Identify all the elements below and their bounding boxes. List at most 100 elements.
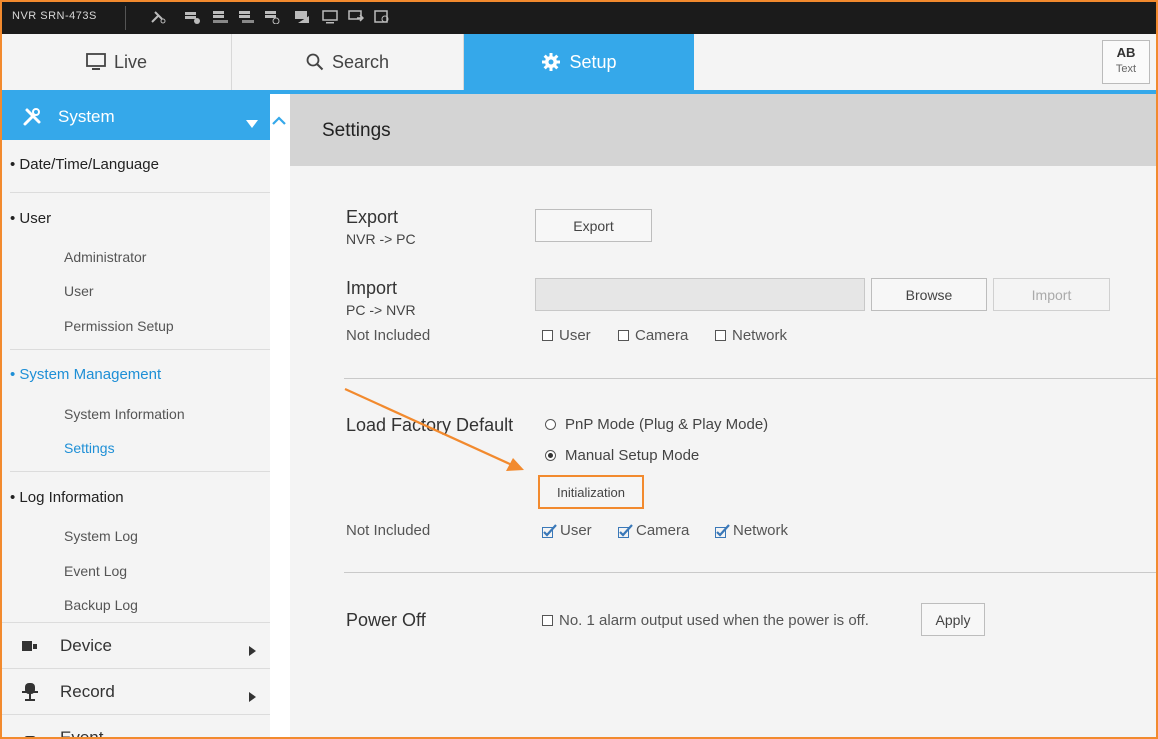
gear-icon (542, 53, 561, 71)
divider (10, 349, 270, 350)
main-tab-bar: Live Search Setup AB Text (2, 34, 1156, 94)
checkmark-icon (542, 523, 558, 538)
hdd-info-icon (184, 10, 200, 24)
tools-icon (22, 107, 42, 127)
divider (2, 668, 270, 669)
manual-setup-mode-radio[interactable]: Manual Setup Mode (545, 447, 699, 464)
sidebar-item-device[interactable]: Device (2, 624, 270, 668)
sidebar-item-system[interactable]: System (2, 94, 270, 140)
chevron-right-icon (249, 733, 256, 737)
hdd-none-icon (238, 10, 254, 24)
status-bar: NVR SRN-473S (2, 2, 1156, 34)
tab-search[interactable]: Search (232, 34, 464, 90)
checkbox-box (542, 615, 553, 626)
alarm-output-power-off-checkbox[interactable]: No. 1 alarm output used when the power i… (542, 612, 869, 629)
sidebar-item-system-information[interactable]: System Information (64, 406, 185, 422)
not-included-label: Not Included (346, 522, 431, 539)
chevron-right-icon (249, 687, 256, 707)
import-exclude-camera-checkbox[interactable]: Camera (618, 327, 688, 344)
tools-icon (150, 10, 166, 24)
sidebar-item-system-management[interactable]: • System Management (10, 366, 161, 383)
category-label: Record (60, 682, 115, 701)
rec-icon (294, 10, 310, 24)
initialization-button[interactable]: Initialization (538, 475, 644, 509)
checkmark-icon (715, 523, 731, 538)
checkbox-label: Camera (636, 522, 690, 539)
monitor-icon (86, 53, 106, 70)
settings-panel: Settings Export NVR -> PC Export Import … (290, 94, 1156, 737)
panel-header: Settings (290, 94, 1156, 166)
checkbox-label: Network (732, 327, 788, 344)
sidebar-item-backup-log[interactable]: Backup Log (64, 597, 138, 613)
import-direction: PC -> NVR (346, 302, 416, 318)
chevron-right-icon (249, 641, 256, 661)
checkbox-box (618, 330, 629, 341)
section-divider (344, 572, 1156, 573)
checkbox-label: User (560, 522, 592, 539)
import-exclude-user-checkbox[interactable]: User (542, 327, 591, 344)
import-exclude-network-checkbox[interactable]: Network (715, 327, 787, 344)
import-label: Import (346, 278, 398, 298)
radio-label: PnP Mode (Plug & Play Mode) (565, 416, 769, 433)
factory-exclude-network-checkbox[interactable]: Network (715, 522, 788, 539)
sidebar: System • Date/Time/Language • User Admin… (2, 94, 270, 737)
sidebar-item-datetime[interactable]: • Date/Time/Language (10, 156, 159, 173)
tab-setup[interactable]: Setup (464, 34, 694, 90)
radio-label: Manual Setup Mode (565, 447, 700, 464)
text-toggle-abbr: AB (1116, 45, 1136, 60)
hdd-overwrite-icon (264, 10, 280, 24)
divider (2, 714, 270, 715)
sidebar-item-administrator[interactable]: Administrator (64, 249, 146, 265)
network-icon (348, 10, 364, 24)
page-title: Settings (322, 120, 391, 141)
sidebar-item-event-log[interactable]: Event Log (64, 563, 127, 579)
text-toggle-label: Text (1115, 63, 1137, 75)
export-direction: NVR -> PC (346, 231, 416, 247)
sidebar-scrollbar[interactable] (270, 94, 290, 737)
device-icon (22, 639, 38, 653)
divider (2, 622, 270, 623)
factory-exclude-user-checkbox[interactable]: User (542, 522, 592, 539)
checkbox-label: Camera (635, 327, 689, 344)
checkbox-label: No. 1 alarm output used when the power i… (559, 612, 869, 629)
sidebar-item-user-sub[interactable]: User (64, 283, 94, 299)
tab-live[interactable]: Live (2, 34, 232, 90)
sidebar-item-record[interactable]: Record (2, 670, 270, 714)
apply-button[interactable]: Apply (921, 603, 985, 636)
sidebar-item-settings[interactable]: Settings (64, 440, 115, 456)
divider (10, 471, 270, 472)
import-file-path[interactable] (535, 278, 865, 311)
search-icon (306, 53, 324, 71)
section-divider (344, 378, 1156, 379)
category-label: Device (60, 636, 112, 655)
not-included-label: Not Included (346, 327, 431, 344)
browse-button[interactable]: Browse (871, 278, 987, 311)
hdd-full-icon (212, 10, 228, 24)
radio-circle (545, 419, 556, 430)
factory-exclude-camera-checkbox[interactable]: Camera (618, 522, 689, 539)
divider (10, 192, 270, 193)
import-button[interactable]: Import (993, 278, 1110, 311)
checkbox-label: User (559, 327, 591, 344)
record-icon (22, 683, 38, 701)
category-label: Event (60, 728, 104, 739)
tab-label: Live (113, 51, 148, 72)
tab-label: Setup (569, 51, 617, 72)
sidebar-item-user[interactable]: • User (10, 210, 51, 227)
checkbox-box (715, 330, 726, 341)
sidebar-item-permission[interactable]: Permission Setup (64, 318, 174, 334)
factory-default-label: Load Factory Default (346, 415, 514, 435)
status-divider (125, 6, 126, 30)
export-label: Export (346, 207, 399, 227)
sidebar-item-event[interactable]: Event (2, 716, 270, 739)
sidebar-item-system-log[interactable]: System Log (64, 528, 138, 544)
checkbox-label: Network (733, 522, 789, 539)
text-input-toggle[interactable]: AB Text (1102, 40, 1150, 84)
backup-icon (374, 10, 390, 24)
checkmark-icon (618, 523, 634, 538)
sidebar-item-log-information[interactable]: • Log Information (10, 489, 124, 506)
pnp-mode-radio[interactable]: PnP Mode (Plug & Play Mode) (545, 416, 768, 433)
checkbox-box (542, 330, 553, 341)
chevron-up-icon[interactable] (272, 110, 286, 129)
export-button[interactable]: Export (535, 209, 652, 242)
